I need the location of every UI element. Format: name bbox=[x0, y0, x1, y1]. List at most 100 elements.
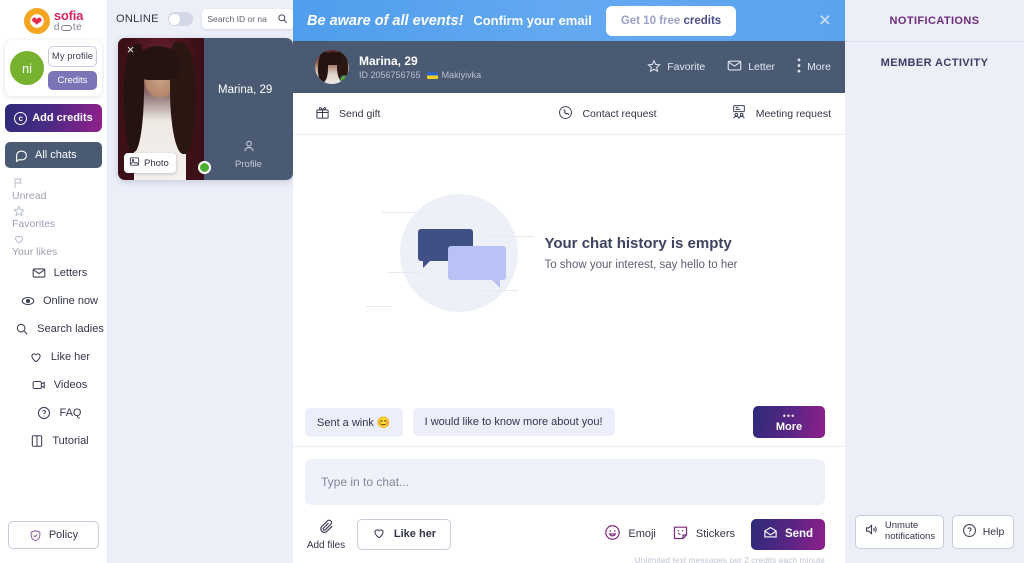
deco-line-4 bbox=[478, 289, 519, 291]
sidebar-item-online-now-label: Online now bbox=[42, 295, 99, 307]
list-item[interactable]: × Photo Marina, 29 Profile bbox=[118, 38, 293, 180]
chat-main: Be aware of all events! Confirm your ema… bbox=[293, 0, 845, 563]
add-credits-button[interactable]: c Add credits bbox=[5, 104, 102, 132]
send-gift-button[interactable]: Send gift bbox=[315, 105, 380, 123]
add-files-label: Add files bbox=[306, 539, 346, 551]
notifications-section-header[interactable]: NOTIFICATIONS bbox=[845, 0, 1024, 41]
emoji-label: Emoji bbox=[628, 528, 656, 540]
profile-tab-label: Profile bbox=[235, 159, 262, 170]
heart-outline-icon bbox=[29, 350, 43, 364]
profile-tab[interactable]: Profile bbox=[204, 139, 293, 170]
policy-button[interactable]: Policy bbox=[8, 521, 99, 549]
add-credits-label: Add credits bbox=[32, 112, 93, 124]
banner-cta-bold: credits bbox=[683, 14, 722, 27]
search-icon bbox=[15, 322, 29, 336]
letter-button[interactable]: Letter bbox=[727, 58, 775, 76]
online-toggle[interactable] bbox=[167, 12, 194, 26]
more-button[interactable]: More bbox=[797, 58, 831, 76]
left-sidebar: ❤ sofia d te ni My profile Credits c Add… bbox=[0, 0, 108, 563]
sidebar-item-favorites[interactable]: Favorites bbox=[0, 203, 107, 231]
meeting-icon bbox=[731, 104, 747, 123]
deco-line-3 bbox=[388, 271, 423, 273]
send-icon bbox=[763, 525, 778, 543]
banner-close-icon[interactable]: × bbox=[819, 10, 831, 31]
online-dot-icon bbox=[21, 294, 35, 308]
brand-logo[interactable]: ❤ sofia d te bbox=[0, 0, 107, 38]
quick-reply-chip[interactable]: Sent a wink 😊 bbox=[305, 407, 403, 437]
send-label: Send bbox=[784, 528, 814, 540]
image-icon bbox=[129, 156, 140, 170]
empty-state-subtitle: To show your interest, say hello to her bbox=[544, 258, 738, 271]
my-profile-button[interactable]: My profile bbox=[48, 46, 97, 67]
close-icon[interactable]: × bbox=[124, 43, 137, 56]
quick-replies-more-button[interactable]: ••• More bbox=[753, 406, 825, 438]
flag-icon bbox=[12, 176, 26, 190]
deco-line-2 bbox=[488, 235, 535, 237]
sidebar-item-your-likes[interactable]: Your likes bbox=[0, 231, 107, 259]
phone-icon bbox=[558, 105, 573, 123]
emoji-button[interactable]: Emoji bbox=[604, 524, 656, 544]
meeting-request-button[interactable]: Meeting request bbox=[731, 104, 831, 123]
sidebar-item-unread-label: Unread bbox=[12, 190, 47, 202]
heart-glyph: ❤ bbox=[31, 13, 43, 29]
contact-request-button[interactable]: Contact request bbox=[558, 105, 657, 123]
sidebar-item-unread[interactable]: Unread bbox=[0, 175, 107, 203]
sidebar-item-search-ladies[interactable]: Search ladies bbox=[0, 315, 107, 343]
avatar[interactable]: ni bbox=[10, 51, 44, 85]
peer-subline: ID 2056756765 Makiyivka bbox=[359, 70, 481, 80]
unmute-line-2: notifications bbox=[884, 531, 936, 542]
brand-sub-te: te bbox=[72, 21, 83, 33]
sidebar-item-faq[interactable]: FAQ bbox=[0, 399, 107, 427]
quick-replies-more-label: More bbox=[775, 420, 803, 433]
notifications-title: NOTIFICATIONS bbox=[889, 14, 980, 27]
kebab-icon bbox=[797, 58, 801, 76]
sidebar-item-tutorial[interactable]: Tutorial bbox=[0, 427, 107, 455]
unmute-notifications-button[interactable]: Unmute notifications bbox=[855, 515, 944, 549]
chat-icon bbox=[14, 148, 28, 162]
conversation-name: Marina, 29 bbox=[218, 84, 273, 96]
account-card: ni My profile Credits bbox=[5, 40, 102, 96]
gift-icon bbox=[315, 105, 330, 123]
photo-tab-label: Photo bbox=[144, 157, 169, 169]
help-button[interactable]: Help bbox=[952, 515, 1014, 549]
sidebar-item-all-chats[interactable]: All chats bbox=[5, 142, 102, 168]
favorite-button[interactable]: Favorite bbox=[647, 58, 705, 76]
peer-avatar[interactable] bbox=[315, 50, 349, 84]
stickers-label: Stickers bbox=[695, 528, 735, 540]
peer-online-dot bbox=[340, 75, 348, 83]
stickers-button[interactable]: Stickers bbox=[672, 524, 735, 544]
sidebar-item-like-her[interactable]: Like her bbox=[0, 343, 107, 371]
sidebar-item-favorites-label: Favorites bbox=[12, 218, 56, 230]
contact-request-label: Contact request bbox=[582, 107, 657, 120]
star-icon bbox=[12, 204, 26, 218]
message-input[interactable]: Type in to chat... bbox=[305, 459, 825, 505]
book-icon bbox=[30, 434, 44, 448]
composer: Type in to chat... bbox=[293, 447, 845, 505]
search-input[interactable]: Search ID or na bbox=[202, 9, 293, 29]
conversation-list-column: ONLINE Search ID or na × Photo Marina, 2… bbox=[108, 0, 293, 563]
sidebar-item-letters[interactable]: Letters bbox=[0, 259, 107, 287]
speech-bubble-light-icon bbox=[448, 245, 507, 288]
sidebar-item-tutorial-label: Tutorial bbox=[52, 435, 89, 447]
composer-fineprint: Unlimited text messages per 2 credits ea… bbox=[634, 555, 825, 563]
sidebar-item-videos[interactable]: Videos bbox=[0, 371, 107, 399]
credit-coin-icon: c bbox=[14, 111, 28, 125]
sidebar-item-videos-label: Videos bbox=[53, 379, 88, 391]
sidebar-item-online-now[interactable]: Online now bbox=[0, 287, 107, 315]
credits-button[interactable]: Credits bbox=[48, 71, 97, 90]
add-files-button[interactable]: Add files bbox=[305, 518, 347, 551]
like-her-button[interactable]: Like her bbox=[357, 518, 451, 550]
send-button[interactable]: Send bbox=[751, 518, 825, 550]
member-activity-section-header[interactable]: MEMBER ACTIVITY bbox=[845, 42, 1024, 83]
quick-reply-chip[interactable]: I would like to know more about you! bbox=[412, 408, 615, 436]
heart-outline-icon bbox=[372, 526, 386, 543]
sticker-icon bbox=[672, 524, 689, 544]
get-free-credits-button[interactable]: Get 10 free credits bbox=[605, 5, 737, 36]
send-gift-label: Send gift bbox=[339, 107, 381, 120]
app-root: ❤ sofia d te ni My profile Credits c Add… bbox=[0, 0, 1024, 563]
sidebar-item-all-chats-label: All chats bbox=[35, 149, 77, 161]
photo-tab[interactable]: Photo bbox=[124, 153, 176, 173]
more-label: More bbox=[807, 61, 831, 73]
sidebar-nav: Unread Favorites Your likes Letters Onli… bbox=[0, 175, 107, 455]
conversation-photo[interactable]: × Photo bbox=[118, 38, 211, 180]
